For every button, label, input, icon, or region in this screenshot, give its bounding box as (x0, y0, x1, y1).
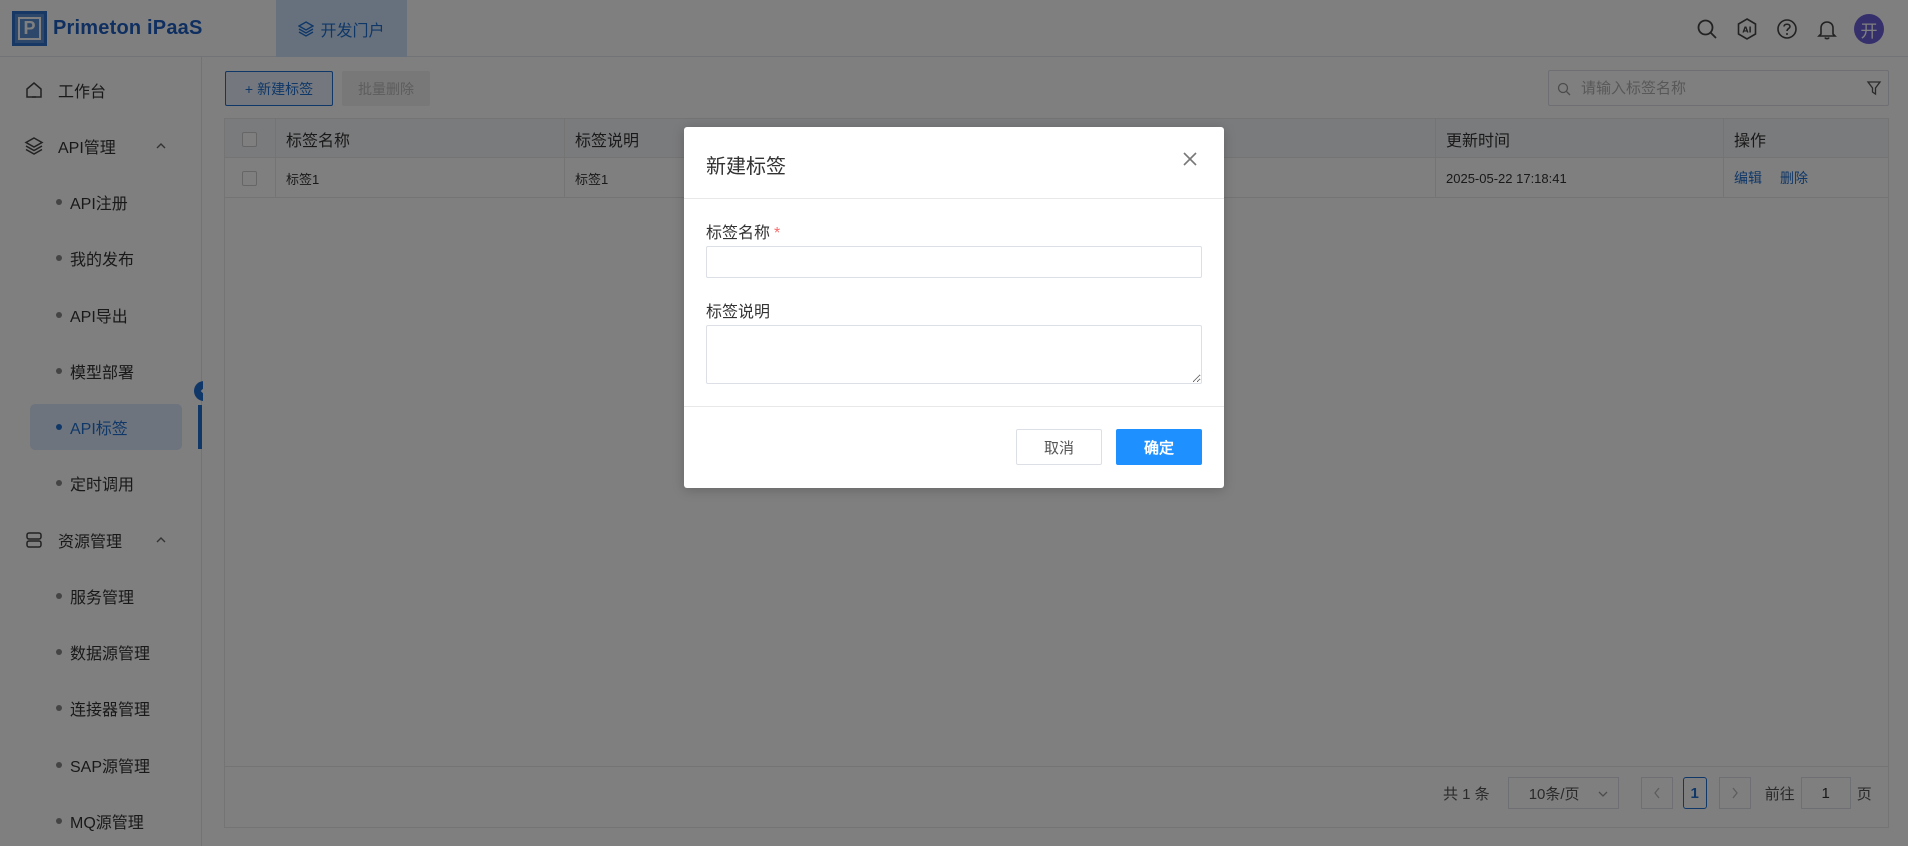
tag-name-label: 标签名称 * (706, 219, 780, 243)
close-icon[interactable] (1180, 149, 1200, 169)
tag-name-label-text: 标签名称 (706, 225, 771, 242)
dialog-title: 新建标签 (706, 156, 786, 178)
new-tag-dialog: 新建标签 标签名称 * 标签说明 取消 确定 (684, 127, 1224, 488)
tag-name-input[interactable] (706, 246, 1202, 278)
confirm-button[interactable]: 确定 (1116, 429, 1202, 465)
required-mark: * (774, 225, 781, 242)
dialog-header: 新建标签 (684, 127, 1224, 199)
tag-desc-textarea[interactable] (706, 325, 1202, 384)
cancel-button[interactable]: 取消 (1016, 429, 1102, 465)
tag-desc-label: 标签说明 (706, 304, 771, 321)
dialog-footer: 取消 确定 (684, 406, 1224, 488)
